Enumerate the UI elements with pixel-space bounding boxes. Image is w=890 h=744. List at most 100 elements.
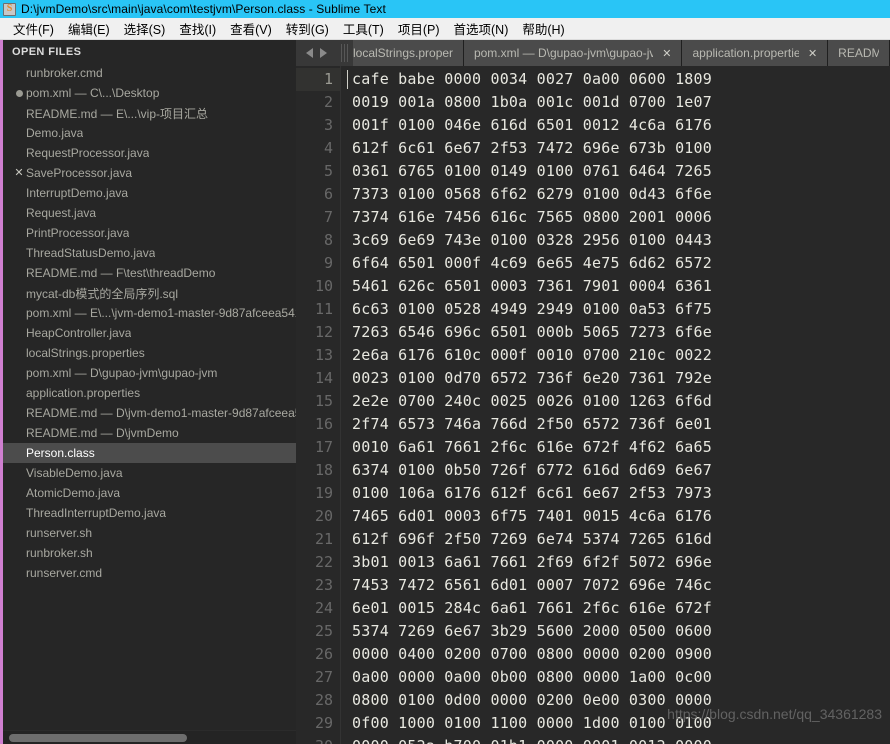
menu-item-8[interactable]: 项目(P) xyxy=(391,17,447,40)
code-line[interactable]: 7263 6546 696c 6501 000b 5065 7273 6f6e xyxy=(352,321,890,344)
close-icon[interactable]: ✕ xyxy=(12,167,26,179)
sidebar-file-item[interactable]: localStrings.properties xyxy=(3,343,296,363)
sidebar-file-item[interactable]: runbroker.sh xyxy=(3,543,296,563)
sidebar-horizontal-scrollbar[interactable] xyxy=(3,730,296,744)
menu-item-6[interactable]: 转到(G) xyxy=(279,17,336,40)
code-line[interactable]: 0800 0100 0d00 0000 0200 0e00 0300 0000 xyxy=(352,689,890,712)
sidebar-file-item[interactable]: AtomicDemo.java xyxy=(3,483,296,503)
sidebar-file-item[interactable]: runserver.cmd xyxy=(3,563,296,583)
code-line[interactable]: 7453 7472 6561 6d01 0007 7072 696e 746c xyxy=(352,574,890,597)
code-line[interactable]: 0361 6765 0100 0149 0100 0761 6464 7265 xyxy=(352,160,890,183)
menu-item-3[interactable]: 选择(S) xyxy=(117,17,173,40)
tab-close-icon[interactable]: ✕ xyxy=(662,47,671,60)
code-line[interactable]: 7465 6d01 0003 6f75 7401 0015 4c6a 6176 xyxy=(352,505,890,528)
tab-navigation[interactable] xyxy=(296,40,336,66)
sidebar-file-item[interactable]: InterruptDemo.java xyxy=(3,183,296,203)
editor-tab[interactable]: pom.xml — D\gupao-jvm\gupao-jvm ✕ xyxy=(463,40,683,66)
tab-scroll-grip[interactable] xyxy=(336,40,353,66)
code-line[interactable]: 0a00 0000 0a00 0b00 0800 0000 1a00 0c00 xyxy=(352,666,890,689)
sidebar-file-item[interactable]: Person.class xyxy=(3,443,296,463)
sidebar-file-label: ThreadStatusDemo.java xyxy=(26,246,156,260)
menu-item-7[interactable]: 工具(T) xyxy=(336,17,391,40)
code-line[interactable]: 612f 6c61 6e67 2f53 7472 696e 673b 0100 xyxy=(352,137,890,160)
scrollbar-thumb[interactable] xyxy=(9,734,187,742)
code-line[interactable]: 7373 0100 0568 6f62 6279 0100 0d43 6f6e xyxy=(352,183,890,206)
code-line[interactable]: 7374 616e 7456 616c 7565 0800 2001 0006 xyxy=(352,206,890,229)
menu-item-10[interactable]: 帮助(H) xyxy=(515,17,571,40)
code-line[interactable]: 001f 0100 046e 616d 6501 0012 4c6a 6176 xyxy=(352,114,890,137)
sidebar-file-item[interactable]: mycat-db模式的全局序列.sql xyxy=(3,283,296,303)
sidebar-file-list[interactable]: OPEN FILES runbroker.cmd pom.xml — C\...\… xyxy=(3,40,296,730)
sidebar-file-label: runbroker.sh xyxy=(26,546,93,560)
menu-item-4[interactable]: 查找(I) xyxy=(172,17,223,40)
line-number: 6 xyxy=(323,185,333,203)
sidebar-file-label: README.md — D\jvmDemo xyxy=(26,426,179,440)
sidebar-file-item[interactable]: pom.xml — E\...\jvm-demo1-master-9d87afc… xyxy=(3,303,296,323)
code-line[interactable]: 5374 7269 6e67 3b29 5600 2000 0500 0600 xyxy=(352,620,890,643)
menu-item-5[interactable]: 查看(V) xyxy=(223,17,279,40)
arrow-left-icon[interactable] xyxy=(305,48,313,58)
sidebar-file-item[interactable]: RequestProcessor.java xyxy=(3,143,296,163)
sidebar-file-item[interactable]: runbroker.cmd xyxy=(3,63,296,83)
unsaved-dot-icon[interactable] xyxy=(12,89,26,97)
line-number: 29 xyxy=(314,714,333,732)
code-line[interactable]: 0100 106a 6176 612f 6c61 6e67 2f53 7973 xyxy=(352,482,890,505)
menu-item-1[interactable]: 文件(F) xyxy=(6,17,61,40)
line-number: 22 xyxy=(314,553,333,571)
code-line[interactable]: 0023 0100 0d70 6572 736f 6e20 7361 792e xyxy=(352,367,890,390)
sidebar-file-item[interactable]: Request.java xyxy=(3,203,296,223)
code-line[interactable]: 6f64 6501 000f 4c69 6e65 4e75 6d62 6572 xyxy=(352,252,890,275)
code-line[interactable]: cafe babe 0000 0034 0027 0a00 0600 1809 xyxy=(352,68,890,91)
code-line[interactable]: 0000 0400 0200 0700 0800 0000 0200 0900 xyxy=(352,643,890,666)
code-line[interactable]: 6374 0100 0b50 726f 6772 616d 6d69 6e67 xyxy=(352,459,890,482)
editor-tab[interactable]: localStrings.properti xyxy=(353,40,464,66)
title-bar: D:\jvmDemo\src\main\java\com\testjvm\Per… xyxy=(0,0,890,18)
sidebar-file-item[interactable]: application.properties xyxy=(3,383,296,403)
code-line[interactable]: 0019 001a 0800 1b0a 001c 001d 0700 1e07 xyxy=(352,91,890,114)
sidebar-file-item[interactable]: README.md — F\test\threadDemo xyxy=(3,263,296,283)
code-content[interactable]: cafe babe 0000 0034 0027 0a00 0600 1809 0… xyxy=(341,66,890,744)
code-line[interactable]: 6e01 0015 284c 6a61 7661 2f6c 616e 672f xyxy=(352,597,890,620)
sidebar-file-item[interactable]: PrintProcessor.java xyxy=(3,223,296,243)
sidebar-file-item[interactable]: pom.xml — D\gupao-jvm\gupao-jvm xyxy=(3,363,296,383)
code-line[interactable]: 2f74 6573 746a 766d 2f50 6572 736f 6e01 xyxy=(352,413,890,436)
window-title: D:\jvmDemo\src\main\java\com\testjvm\Per… xyxy=(21,2,386,16)
code-line[interactable]: 6c63 0100 0528 4949 2949 0100 0a53 6f75 xyxy=(352,298,890,321)
code-line[interactable]: 2e6a 6176 610c 000f 0010 0700 210c 0022 xyxy=(352,344,890,367)
arrow-right-icon[interactable] xyxy=(319,48,327,58)
sidebar-file-item[interactable]: README.md — D\jvm-demo1-master-9d87afcee… xyxy=(3,403,296,423)
code-line[interactable]: 0f00 1000 0100 1100 0000 1d00 0100 0100 xyxy=(352,712,890,735)
code-line[interactable]: 612f 696f 2f50 7269 6e74 5374 7265 616d xyxy=(352,528,890,551)
menu-item-2[interactable]: 编辑(E) xyxy=(61,17,117,40)
sidebar-file-item[interactable]: ThreadStatusDemo.java xyxy=(3,243,296,263)
sidebar-file-item[interactable]: Demo.java xyxy=(3,123,296,143)
code-line[interactable]: 0000 052a b700 01b1 0000 0001 0012 0000 xyxy=(352,735,890,744)
sidebar-file-label: pom.xml — E\...\jvm-demo1-master-9d87afc… xyxy=(26,306,296,320)
sidebar-file-item[interactable]: runserver.sh xyxy=(3,523,296,543)
sidebar-file-item[interactable]: README.md — E\...\vip-项目汇总 xyxy=(3,103,296,123)
code-line[interactable]: 2e2e 0700 240c 0025 0026 0100 1263 6f6d xyxy=(352,390,890,413)
line-number: 15 xyxy=(314,392,333,410)
sidebar-file-item[interactable]: pom.xml — C\...\Desktop xyxy=(3,83,296,103)
tab-close-icon[interactable]: ✕ xyxy=(808,47,817,60)
code-line[interactable]: 3c69 6e69 743e 0100 0328 2956 0100 0443 xyxy=(352,229,890,252)
tab-label: READM xyxy=(838,46,879,60)
menu-item-9[interactable]: 首选项(N) xyxy=(447,17,516,40)
editor-tab[interactable]: application.properties ✕ xyxy=(682,40,829,66)
editor-tab[interactable]: READM xyxy=(828,40,890,66)
sidebar-file-label: application.properties xyxy=(26,386,141,400)
sidebar-file-item[interactable]: ThreadInterruptDemo.java xyxy=(3,503,296,523)
sidebar-file-item[interactable]: ✕ SaveProcessor.java xyxy=(3,163,296,183)
line-number: 11 xyxy=(314,300,333,318)
sidebar-file-item[interactable]: HeapController.java xyxy=(3,323,296,343)
code-line[interactable]: 0010 6a61 7661 2f6c 616e 672f 4f62 6a65 xyxy=(352,436,890,459)
sidebar-file-label: RequestProcessor.java xyxy=(26,146,150,160)
line-number: 27 xyxy=(314,668,333,686)
code-line[interactable]: 3b01 0013 6a61 7661 2f69 6f2f 5072 696e xyxy=(352,551,890,574)
sidebar-file-item[interactable]: README.md — D\jvmDemo xyxy=(3,423,296,443)
line-number: 8 xyxy=(323,231,333,249)
line-number: 30 xyxy=(296,735,340,744)
code-line[interactable]: 5461 626c 6501 0003 7361 7901 0004 6361 xyxy=(352,275,890,298)
code-area[interactable]: 1 2 3 4 5 6 7 8 9 10 11 12 13 14 15 16 17 18 19 20 21 22 23 24 2… xyxy=(296,66,890,744)
sidebar-file-item[interactable]: VisableDemo.java xyxy=(3,463,296,483)
